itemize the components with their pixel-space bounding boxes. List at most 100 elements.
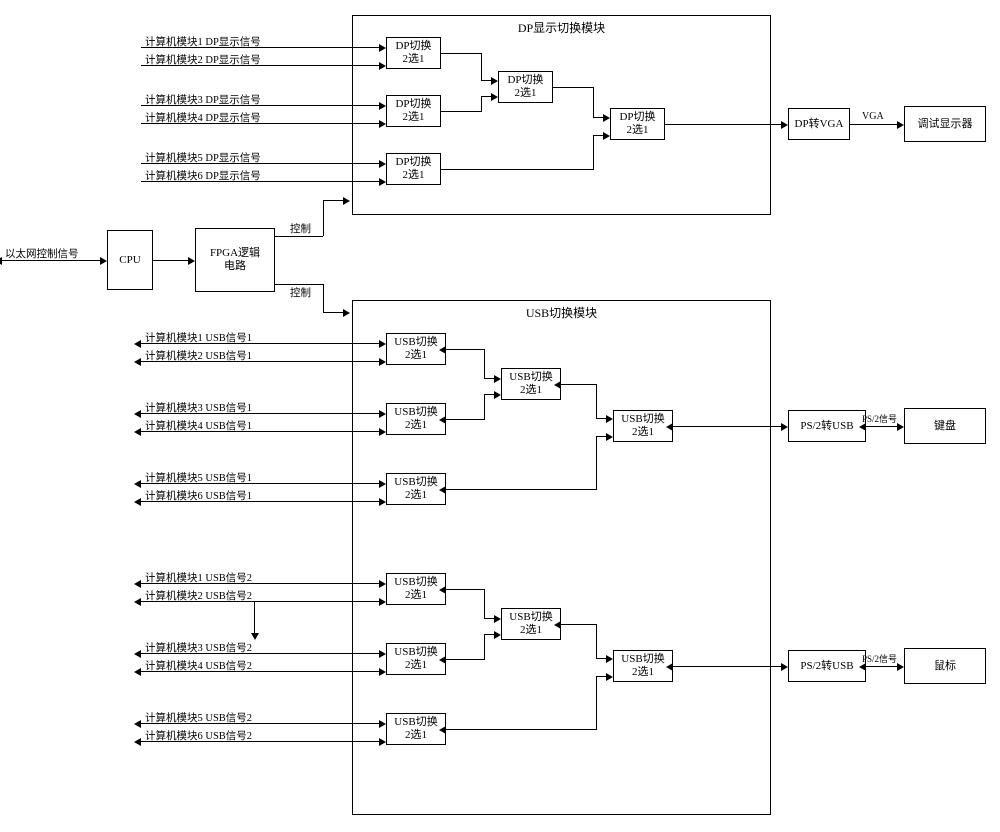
u1-r6	[379, 498, 386, 506]
eth-line	[2, 260, 100, 261]
dp-s2-h2	[593, 117, 603, 118]
u1-l2	[141, 361, 379, 362]
dp-s1c-v	[593, 135, 594, 170]
dp-in-arr-6	[379, 178, 386, 186]
u2s2-l1: USB切换	[509, 611, 552, 624]
u1bh1	[446, 419, 484, 420]
u1-sw1a: USB切换2选1	[386, 333, 446, 365]
u1-sw3: USB切换2选1	[613, 410, 673, 442]
u2bh1	[446, 659, 484, 660]
ctrl2-label: 控制	[290, 285, 311, 300]
cpu-fpga-line	[153, 260, 188, 261]
u2-r3	[379, 650, 386, 658]
u1b-l2: 2选1	[405, 419, 427, 432]
dp-in-line-6	[141, 181, 379, 182]
u2-sw1c: USB切换2选1	[386, 713, 446, 745]
cpu-fpga-arr	[188, 257, 195, 265]
u2bv1	[484, 634, 485, 660]
u2-l2	[141, 601, 379, 602]
u1-l3	[141, 413, 379, 414]
u1av1	[484, 349, 485, 378]
u2bh2	[484, 634, 494, 635]
dp-sw1c: DP切换 2选1	[386, 153, 441, 185]
u2s2h	[561, 624, 596, 625]
u2a-l2: 2选1	[405, 589, 427, 602]
u2s3-l1: USB切换	[621, 653, 664, 666]
fpga-label: FPGA逻辑 电路	[210, 247, 260, 272]
dp-in-line-3	[141, 105, 379, 106]
u2-sw1b: USB切换2选1	[386, 643, 446, 675]
u1ch2	[596, 436, 606, 437]
dp-sw2-l1: DP切换	[507, 74, 543, 87]
dp-sw3-l1: DP切换	[619, 111, 655, 124]
dp-sw-label1c: DP切换	[395, 156, 431, 169]
u1s2v	[596, 384, 597, 418]
u2car	[606, 673, 613, 681]
u2ch2	[596, 676, 606, 677]
u1-al6	[134, 498, 141, 506]
u2s3-l2: 2选1	[632, 666, 654, 679]
dp-module-title: DP显示切换模块	[353, 19, 770, 36]
u1-al4	[134, 428, 141, 436]
u1ah2	[484, 378, 494, 379]
u1b-ar	[494, 391, 501, 399]
u2-l1	[141, 583, 379, 584]
u2-al2	[134, 598, 141, 606]
cpu-label: CPU	[119, 254, 140, 267]
u1s3-l2: 2选1	[632, 426, 654, 439]
dp-in-arr-3	[379, 102, 386, 110]
cpu-box: CPU	[107, 230, 153, 290]
ctrl2-v	[323, 284, 324, 312]
u1-sw1c: USB切换2选1	[386, 473, 446, 505]
dp-sw1b: DP切换 2选1	[386, 95, 441, 127]
ctrl1-h2	[323, 200, 343, 201]
dp-s1a-arr	[491, 77, 498, 85]
u1outline	[673, 426, 781, 427]
dp-s1a-h	[441, 53, 481, 54]
u1s2h	[561, 384, 596, 385]
u1bh2	[484, 394, 494, 395]
dp-in-line-4	[141, 123, 379, 124]
dp-sw-label2c: 2选1	[403, 169, 425, 182]
u1a-l2: 2选1	[405, 349, 427, 362]
u1bv1	[484, 394, 485, 420]
dp2vga-box: DP转VGA	[788, 108, 850, 140]
u2s2h2	[596, 658, 606, 659]
u1-r5	[379, 480, 386, 488]
u1a-ar	[494, 375, 501, 383]
dp-s1b-h	[441, 111, 481, 112]
dp-s1b-h2	[481, 96, 491, 97]
u2-r4	[379, 668, 386, 676]
u2c-l1: USB切换	[394, 716, 437, 729]
ctrl1-arr	[343, 197, 350, 205]
u1-r4	[379, 428, 386, 436]
u2cal	[439, 726, 446, 734]
ctrl1-v	[323, 200, 324, 236]
dp-sw-label1b: DP切换	[395, 98, 431, 111]
u2b-l2: 2选1	[405, 659, 427, 672]
u2a-ar	[494, 615, 501, 623]
u2-l6	[141, 741, 379, 742]
ctrl1-label: 控制	[290, 221, 311, 236]
u2ah1	[446, 589, 484, 590]
u2cv1	[596, 676, 597, 730]
u1s2h2	[596, 418, 606, 419]
u1s2-l1: USB切换	[509, 371, 552, 384]
usb-module-title: USB切换模块	[353, 304, 770, 321]
u1cv1	[596, 436, 597, 490]
u1b-l1: USB切换	[394, 406, 437, 419]
u2outar	[781, 663, 788, 671]
dp-in-arr-2	[379, 62, 386, 70]
u1s2ar	[606, 415, 613, 423]
u2ch1	[446, 729, 596, 730]
u2s2al	[554, 621, 561, 629]
u2-sw2: USB切换2选1	[501, 608, 561, 640]
dp-s1c-h	[441, 169, 593, 170]
u2b-l1: USB切换	[394, 646, 437, 659]
dp-s1c-h2	[593, 135, 603, 136]
mouse-box: 鼠标	[904, 648, 986, 684]
dp2vga-label: DP转VGA	[795, 118, 844, 131]
dp-s2-h	[553, 87, 593, 88]
eth-arr-r	[100, 257, 107, 265]
dp-in-arr-1	[379, 44, 386, 52]
